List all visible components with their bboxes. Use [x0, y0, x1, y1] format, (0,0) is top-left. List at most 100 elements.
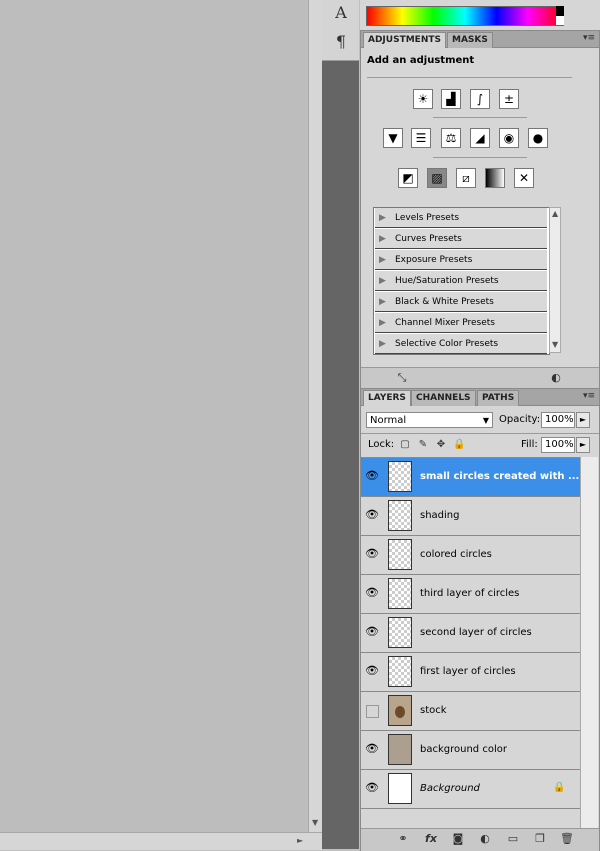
- vibrance-icon[interactable]: ▼: [383, 128, 403, 148]
- layer-row[interactable]: 👁 Background 🔒: [361, 770, 580, 809]
- levels-icon[interactable]: ▟: [441, 89, 461, 109]
- new-layer-icon[interactable]: ❐: [532, 832, 548, 846]
- black-swatch[interactable]: [556, 6, 564, 16]
- visibility-off-icon[interactable]: [366, 705, 379, 718]
- layer-row[interactable]: 👁 colored circles: [361, 536, 580, 575]
- list-item[interactable]: ▶ Selective Color Presets: [375, 334, 547, 354]
- canvas-horizontal-scrollbar[interactable]: ►: [0, 832, 322, 850]
- paragraph-panel-icon[interactable]: ¶: [330, 31, 352, 53]
- lock-transparent-pixels-icon[interactable]: ▢: [399, 439, 411, 451]
- layer-thumbnail: [388, 539, 412, 570]
- layer-thumbnail: [388, 773, 412, 804]
- visibility-eye-icon[interactable]: 👁: [365, 626, 379, 638]
- list-item[interactable]: ▶ Curves Presets: [375, 229, 547, 249]
- tab-channels[interactable]: CHANNELS: [411, 390, 476, 406]
- expand-triangle-icon[interactable]: ▶: [379, 271, 386, 291]
- visibility-eye-icon[interactable]: 👁: [365, 470, 379, 482]
- blend-mode-select[interactable]: Normal ▼: [366, 412, 493, 428]
- white-swatch[interactable]: [556, 16, 564, 25]
- panel-menu-icon[interactable]: ▾≡: [583, 33, 595, 43]
- color-spectrum[interactable]: [366, 6, 564, 26]
- tab-paths[interactable]: PATHS: [477, 390, 520, 406]
- layer-thumbnail: [388, 578, 412, 609]
- selective-color-icon[interactable]: ✕: [514, 168, 534, 188]
- scroll-right-arrow-icon[interactable]: ►: [297, 836, 303, 845]
- photo-filter-icon[interactable]: ◉: [499, 128, 519, 148]
- layer-name: small circles created with ...: [420, 471, 580, 482]
- scroll-up-arrow-icon[interactable]: ▲: [552, 209, 558, 218]
- posterize-icon[interactable]: ▨: [427, 168, 447, 188]
- divider: [361, 433, 599, 434]
- new-adjustment-layer-icon[interactable]: ◐: [477, 832, 493, 846]
- list-item[interactable]: ▶ Black & White Presets: [375, 292, 547, 312]
- scroll-down-arrow-icon[interactable]: ▼: [552, 340, 558, 349]
- canvas-vertical-scrollbar[interactable]: ▼: [308, 0, 323, 832]
- opacity-field[interactable]: 100%: [541, 412, 575, 428]
- fill-label: Fill:: [521, 439, 538, 450]
- presets-scrollbar[interactable]: ▲ ▼: [549, 207, 561, 353]
- layer-row[interactable]: 👁 second layer of circles: [361, 614, 580, 653]
- hue-saturation-icon[interactable]: ☰: [411, 128, 431, 148]
- black-white-icon[interactable]: ◢: [470, 128, 490, 148]
- visibility-eye-icon[interactable]: 👁: [365, 782, 379, 794]
- list-item[interactable]: ▶ Channel Mixer Presets: [375, 313, 547, 333]
- exposure-icon[interactable]: ±: [499, 89, 519, 109]
- lock-image-pixels-icon[interactable]: ✎: [417, 439, 429, 451]
- visibility-eye-icon[interactable]: 👁: [365, 548, 379, 560]
- expand-triangle-icon[interactable]: ▶: [379, 208, 386, 228]
- layer-row[interactable]: stock: [361, 692, 580, 731]
- layer-row[interactable]: 👁 first layer of circles: [361, 653, 580, 692]
- expand-triangle-icon[interactable]: ▶: [379, 292, 386, 312]
- expand-view-icon[interactable]: ⤡: [394, 371, 410, 385]
- layer-name: second layer of circles: [420, 627, 532, 638]
- layers-scrollbar[interactable]: [580, 457, 598, 828]
- curves-icon[interactable]: ∫: [470, 89, 490, 109]
- threshold-icon[interactable]: ⧄: [456, 168, 476, 188]
- lock-all-icon[interactable]: 🔒: [453, 439, 465, 451]
- lock-position-icon[interactable]: ✥: [435, 439, 447, 451]
- new-group-icon[interactable]: ▭: [505, 832, 521, 846]
- add-mask-icon[interactable]: ◙: [450, 832, 466, 846]
- tab-adjustments[interactable]: ADJUSTMENTS: [363, 32, 446, 48]
- opacity-slider-button[interactable]: ►: [576, 412, 590, 428]
- expand-triangle-icon[interactable]: ▶: [379, 250, 386, 270]
- list-item[interactable]: ▶ Exposure Presets: [375, 250, 547, 270]
- layer-thumbnail: [388, 461, 412, 492]
- fill-field[interactable]: 100%: [541, 437, 575, 453]
- brightness-contrast-icon[interactable]: ☀: [413, 89, 433, 109]
- layer-row[interactable]: 👁 small circles created with ...: [361, 458, 580, 497]
- visibility-eye-icon[interactable]: 👁: [365, 509, 379, 521]
- visibility-eye-icon[interactable]: 👁: [365, 587, 379, 599]
- adjustments-tab-bar: ADJUSTMENTS MASKS ▾≡: [361, 31, 599, 48]
- panel-menu-icon[interactable]: ▾≡: [583, 391, 595, 401]
- character-panel-icon[interactable]: A: [330, 2, 352, 24]
- visibility-eye-icon[interactable]: 👁: [365, 665, 379, 677]
- layer-row[interactable]: 👁 shading: [361, 497, 580, 536]
- expand-triangle-icon[interactable]: ▶: [379, 313, 386, 333]
- invert-icon[interactable]: ◩: [398, 168, 418, 188]
- adjustments-title: Add an adjustment: [367, 55, 475, 66]
- layer-thumbnail: [388, 734, 412, 765]
- document-canvas[interactable]: [0, 0, 308, 849]
- tab-layers[interactable]: LAYERS: [363, 390, 411, 406]
- list-item[interactable]: ▶ Levels Presets: [375, 208, 547, 228]
- list-item[interactable]: ▶ Hue/Saturation Presets: [375, 271, 547, 291]
- channel-mixer-icon[interactable]: ●: [528, 128, 548, 148]
- color-balance-icon[interactable]: ⚖: [441, 128, 461, 148]
- lock-icon: 🔒: [553, 782, 566, 793]
- tab-masks[interactable]: MASKS: [447, 32, 493, 48]
- expand-triangle-icon[interactable]: ▶: [379, 229, 386, 249]
- layers-panel: LAYERS CHANNELS PATHS ▾≡ Normal ▼ Opacit…: [360, 388, 600, 851]
- visibility-eye-icon[interactable]: 👁: [365, 743, 379, 755]
- scroll-down-arrow-icon[interactable]: ▼: [312, 818, 318, 827]
- adjustment-presets-list: ▶ Levels Presets ▶ Curves Presets ▶ Exposur…: [373, 207, 550, 355]
- clip-to-layer-icon[interactable]: ◐: [548, 371, 564, 385]
- layer-row[interactable]: 👁 third layer of circles: [361, 575, 580, 614]
- fill-slider-button[interactable]: ►: [576, 437, 590, 453]
- delete-layer-icon[interactable]: 🗑: [559, 832, 575, 846]
- link-layers-icon[interactable]: ⚭: [395, 832, 411, 846]
- expand-triangle-icon[interactable]: ▶: [379, 334, 386, 354]
- layer-style-icon[interactable]: fx: [423, 832, 439, 846]
- layer-row[interactable]: 👁 background color: [361, 731, 580, 770]
- gradient-map-icon[interactable]: [485, 168, 505, 188]
